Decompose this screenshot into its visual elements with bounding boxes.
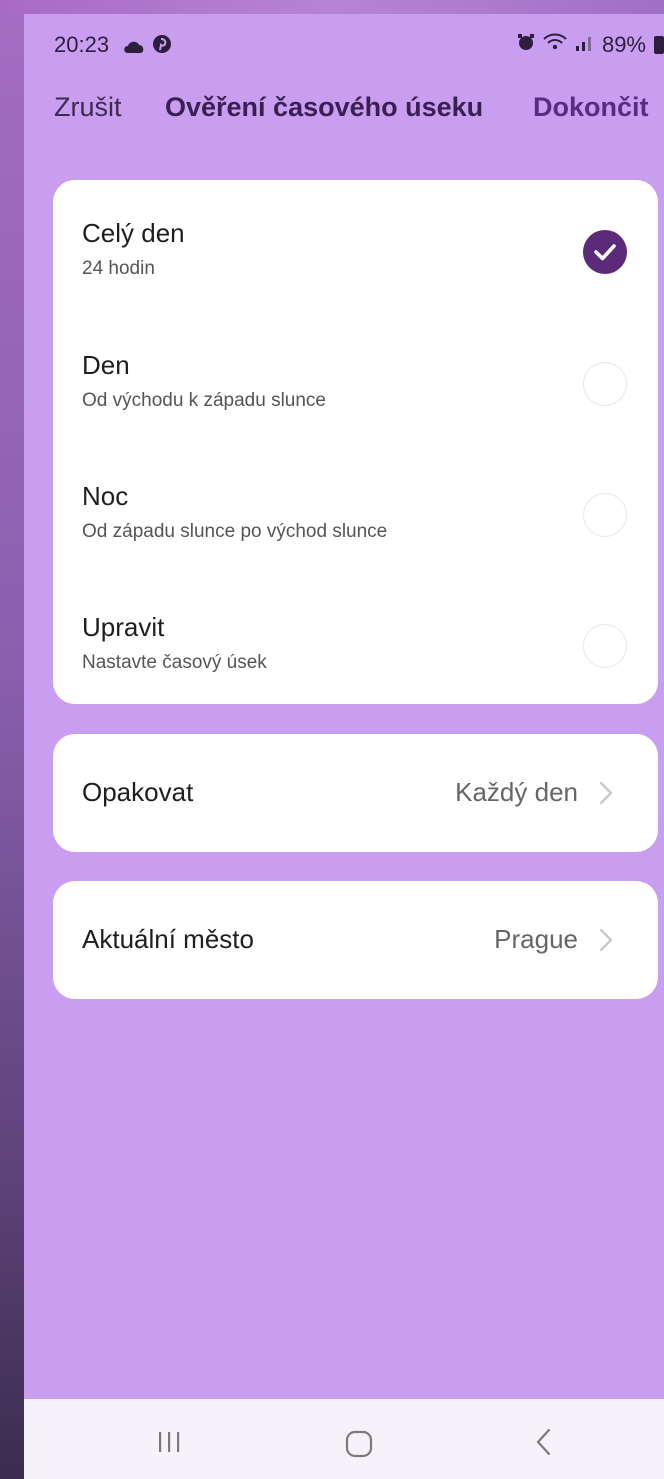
option-subtitle: Od východu k západu slunce [82,390,326,411]
repeat-row[interactable]: Opakovat Každý den [53,734,658,852]
navigation-bar [24,1399,664,1479]
radio-unselected-icon[interactable] [583,624,627,668]
page-title: Ověření časového úseku [165,92,484,122]
status-bar: 20:23 89% [24,28,664,68]
chevron-right-icon [599,781,613,810]
alarm-icon [516,32,536,58]
battery-percent: 89% [601,32,646,57]
screen: 20:23 89% Zrušit Ověření časového úseku … [24,14,664,1479]
radio-unselected-icon[interactable] [583,493,627,537]
back-icon[interactable] [534,1427,554,1462]
city-card: Aktuální město Prague [53,881,658,999]
radio-unselected-icon[interactable] [583,362,627,406]
option-day[interactable]: Den Od východu k západu slunce [53,350,658,481]
battery-icon [654,36,664,54]
option-title: Noc [82,481,129,511]
option-subtitle: Nastavte časový úsek [82,652,267,673]
recent-apps-icon[interactable] [156,1429,182,1460]
check-icon[interactable] [583,230,627,274]
repeat-card: Opakovat Každý den [53,734,658,852]
option-night[interactable]: Noc Od západu slunce po východ slunce [53,481,658,612]
repeat-value: Každý den [455,777,578,807]
option-title: Den [82,350,130,380]
header: Zrušit Ověření časového úseku Dokončit [24,92,664,142]
device-frame-top [0,0,664,14]
city-value: Prague [494,924,578,954]
home-icon[interactable] [344,1429,374,1464]
option-title: Upravit [82,612,165,642]
option-subtitle: Od západu slunce po východ slunce [82,521,388,542]
time-options-card: Celý den 24 hodin Den Od východu k západ… [53,180,658,704]
cancel-button[interactable]: Zrušit [54,92,122,123]
signal-icon [574,32,596,58]
device-frame-left [0,0,24,1479]
cloud-icon [122,34,146,60]
option-subtitle: 24 hodin [82,258,155,279]
status-indicators: 89% [516,32,664,58]
pinterest-icon [152,34,172,60]
option-whole-day[interactable]: Celý den 24 hodin [53,218,658,349]
city-label: Aktuální město [82,924,254,954]
city-row[interactable]: Aktuální město Prague [53,881,658,999]
option-custom[interactable]: Upravit Nastavte časový úsek [53,612,658,743]
status-time: 20:23 [54,32,110,57]
repeat-label: Opakovat [82,777,194,807]
chevron-right-icon [599,928,613,957]
option-title: Celý den [82,218,185,248]
done-button[interactable]: Dokončit [533,92,649,123]
wifi-icon [542,32,568,58]
